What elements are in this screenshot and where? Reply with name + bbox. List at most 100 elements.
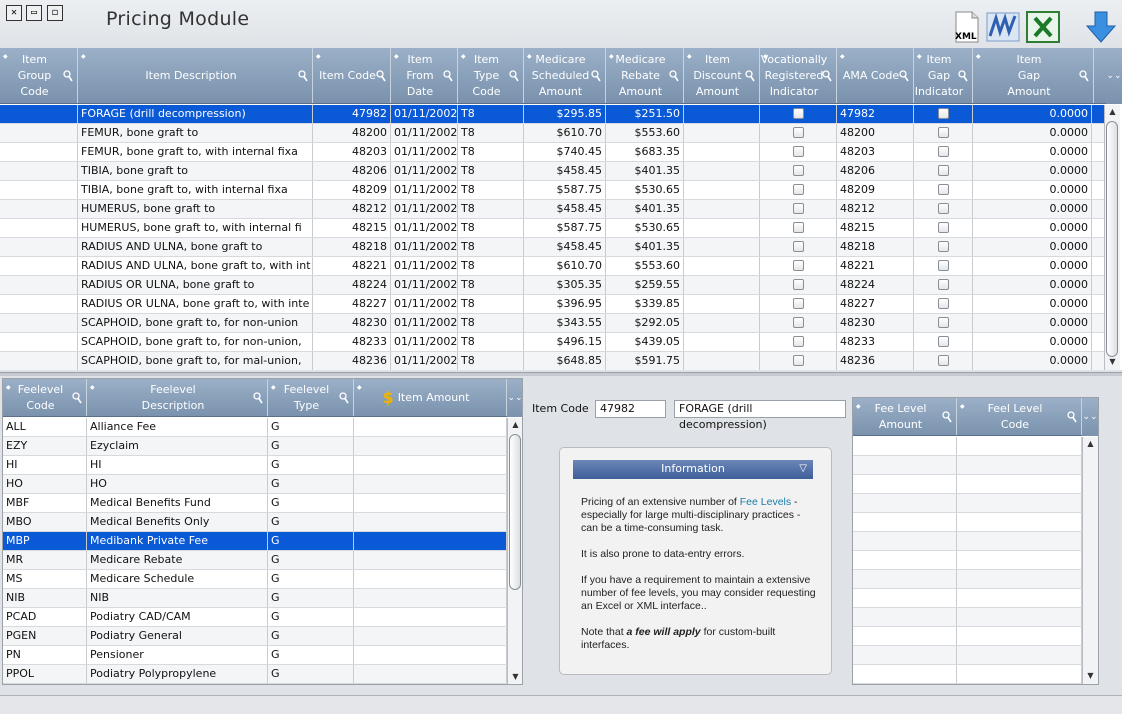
table-row[interactable]: MS Medicare Schedule G [3,570,507,589]
item-discount-cell[interactable] [684,276,760,294]
medicare-scheduled-cell[interactable]: $587.75 [524,219,606,237]
item-from-date-cell[interactable]: 01/11/2002 [391,295,458,313]
item-discount-cell[interactable] [684,314,760,332]
fee-level-amount-cell[interactable] [853,532,957,550]
minimize-icon[interactable]: ▭ [26,5,42,21]
column-header[interactable]: Vocationally Registered Indicator ◆ [760,48,837,103]
feelevel-code-cell[interactable]: MR [3,551,87,569]
fee-level-amount-cell[interactable] [853,456,957,474]
ama-code-cell[interactable]: 48206 [837,162,914,180]
column-chooser-icon[interactable]: ⌄⌄ [1082,398,1098,436]
feelevel-description-cell[interactable]: Medicare Schedule [87,570,268,588]
checkbox[interactable] [937,202,949,214]
medicare-scheduled-cell[interactable]: $295.85 [524,105,606,123]
information-header[interactable]: Information ▽ [573,460,813,479]
medicare-rebate-cell[interactable]: $530.65 [606,219,684,237]
table-row[interactable]: MBP Medibank Private Fee G [3,532,507,551]
scroll-down-icon[interactable]: ▼ [508,670,522,684]
table-row[interactable]: FORAGE (drill decompression) 47982 01/11/2… [0,105,1104,124]
ama-code-cell[interactable]: 48215 [837,219,914,237]
fee-amount-scrollbar[interactable]: ▲ ▼ [1082,437,1098,684]
feelevel-description-cell[interactable]: Podiatry Polypropylene [87,665,268,683]
column-header[interactable]: Item Group Code ◆ [0,48,78,103]
medicare-scheduled-cell[interactable]: $458.45 [524,238,606,256]
item-description-cell[interactable]: RADIUS OR ULNA, bone graft to, with inte [78,295,313,313]
maximize-icon[interactable]: ◻ [47,5,63,21]
sort-handle-icon[interactable]: ◆ [840,49,845,65]
checkbox[interactable] [937,126,949,138]
feelevel-code-cell[interactable]: MS [3,570,87,588]
column-header[interactable]: Item Discount Amount ◆ [684,48,760,103]
item-gap-amount-cell[interactable]: 0.0000 [973,257,1092,275]
sort-handle-icon[interactable]: ◆ [609,49,614,65]
sort-handle-icon[interactable]: ◆ [271,380,276,396]
checkbox[interactable] [937,183,949,195]
feelevel-code-cell[interactable]: EZY [3,437,87,455]
medicare-rebate-cell[interactable]: $683.35 [606,143,684,161]
feelevel-description-cell[interactable]: Pensioner [87,646,268,664]
table-row[interactable]: RADIUS AND ULNA, bone graft to 48218 01/11… [0,238,1104,257]
ama-code-cell[interactable]: 48224 [837,276,914,294]
table-row[interactable]: SCAPHOID, bone graft to, for non-union, 4… [0,333,1104,352]
table-row[interactable]: HO HO G [3,475,507,494]
feelevel-description-cell[interactable]: Medicare Rebate [87,551,268,569]
ama-code-cell[interactable]: 48236 [837,352,914,370]
checkbox[interactable] [937,221,949,233]
item-group-code-cell[interactable] [0,314,78,332]
item-amount-cell[interactable] [354,437,507,455]
item-group-code-cell[interactable] [0,143,78,161]
item-discount-cell[interactable] [684,257,760,275]
checkbox[interactable] [792,259,804,271]
item-gap-amount-cell[interactable]: 0.0000 [973,276,1092,294]
column-header[interactable]: Medicare Rebate Amount ◆ [606,48,684,103]
ama-code-cell[interactable]: 48209 [837,181,914,199]
item-code-cell[interactable]: 48221 [313,257,391,275]
feelevel-description-cell[interactable]: Podiatry General [87,627,268,645]
item-group-code-cell[interactable] [0,124,78,142]
item-description-cell[interactable]: FEMUR, bone graft to, with internal fixa [78,143,313,161]
feelevel-type-cell[interactable]: G [268,513,354,531]
checkbox[interactable] [792,164,804,176]
fee-level-amount-cell[interactable] [853,494,957,512]
item-description-cell[interactable]: TIBIA, bone graft to, with internal fixa [78,181,313,199]
fee-level-code-cell[interactable] [957,627,1082,645]
item-gap-amount-cell[interactable]: 0.0000 [973,200,1092,218]
fee-level-code-cell[interactable] [957,437,1082,455]
scroll-down-icon[interactable]: ▼ [1105,355,1120,369]
scroll-thumb[interactable] [1106,121,1118,357]
item-code-cell[interactable]: 47982 [313,105,391,123]
table-row[interactable] [853,665,1082,684]
fee-level-amount-cell[interactable] [853,570,957,588]
column-header[interactable]: AMA Code ◆ [837,48,914,103]
item-discount-cell[interactable] [684,124,760,142]
feelevel-type-cell[interactable]: G [268,551,354,569]
medicare-scheduled-cell[interactable]: $610.70 [524,124,606,142]
medicare-rebate-cell[interactable]: $553.60 [606,257,684,275]
item-description-cell[interactable]: TIBIA, bone graft to [78,162,313,180]
medicare-scheduled-cell[interactable]: $458.45 [524,162,606,180]
feelevel-type-cell[interactable]: G [268,475,354,493]
xml-export-icon[interactable]: XML [950,10,984,44]
table-row[interactable] [853,532,1082,551]
table-row[interactable]: RADIUS OR ULNA, bone graft to, with inte… [0,295,1104,314]
table-row[interactable]: MBF Medical Benefits Fund G [3,494,507,513]
feelevel-code-cell[interactable]: PCAD [3,608,87,626]
medicare-scheduled-cell[interactable]: $740.45 [524,143,606,161]
fee-level-amount-cell[interactable] [853,627,957,645]
item-code-field[interactable]: 47982 [595,400,666,418]
medicare-rebate-cell[interactable]: $401.35 [606,162,684,180]
item-type-code-cell[interactable]: T8 [458,105,524,123]
feelevel-type-cell[interactable]: G [268,456,354,474]
item-from-date-cell[interactable]: 01/11/2002 [391,276,458,294]
item-discount-cell[interactable] [684,200,760,218]
item-description-cell[interactable]: HUMERUS, bone graft to [78,200,313,218]
item-type-code-cell[interactable]: T8 [458,314,524,332]
feelevel-description-cell[interactable]: Ezyclaim [87,437,268,455]
fee-level-code-cell[interactable] [957,570,1082,588]
item-from-date-cell[interactable]: 01/11/2002 [391,238,458,256]
item-from-date-cell[interactable]: 01/11/2002 [391,181,458,199]
column-header[interactable]: Feel Level Code ◆ [957,398,1082,435]
item-from-date-cell[interactable]: 01/11/2002 [391,219,458,237]
medicare-rebate-cell[interactable]: $553.60 [606,124,684,142]
ama-code-cell[interactable]: 48230 [837,314,914,332]
